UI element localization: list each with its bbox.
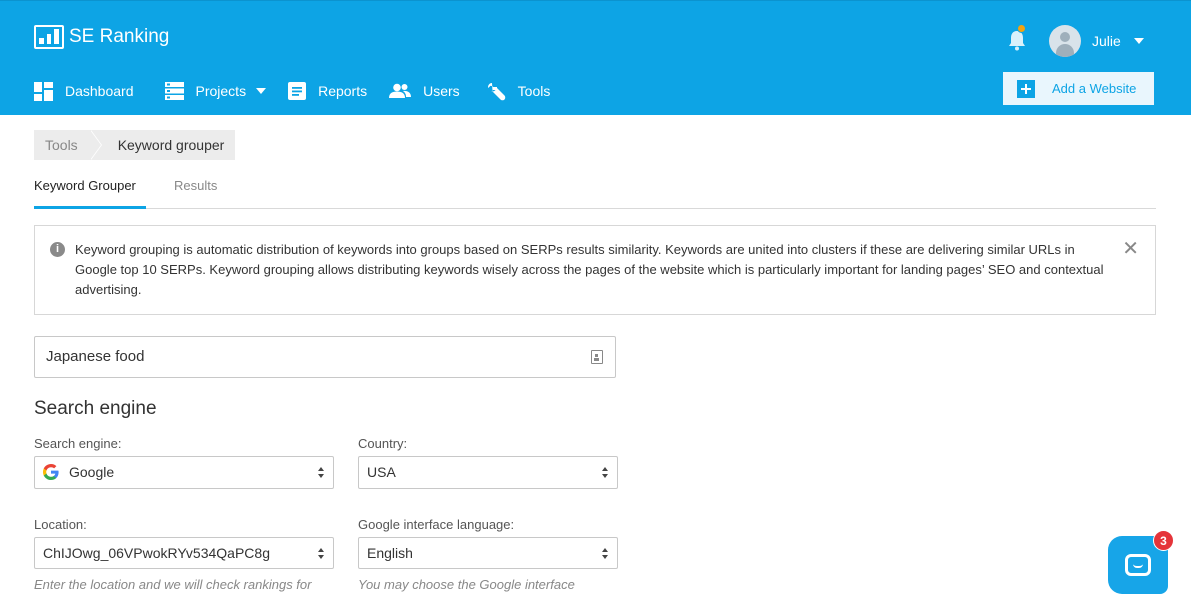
nav-dashboard-label: Dashboard <box>65 83 134 99</box>
tab-results[interactable]: Results <box>174 178 217 209</box>
select-arrows-icon <box>602 467 609 479</box>
country-value: USA <box>367 464 396 480</box>
language-select[interactable]: English <box>358 537 618 569</box>
search-engine-value: Google <box>69 464 115 480</box>
location-value: ChIJOwg_06VPwokRYv534QaPC8g <box>43 545 270 561</box>
search-engine-select[interactable]: Google <box>34 456 334 489</box>
chat-icon <box>1125 554 1151 576</box>
contact-card-icon <box>591 350 603 364</box>
language-value: English <box>367 545 413 561</box>
google-icon <box>43 463 59 480</box>
project-name-value: Japanese food <box>46 348 145 365</box>
language-hint: You may choose the Google interface <box>358 577 575 592</box>
info-text: Keyword grouping is automatic distributi… <box>75 242 1104 297</box>
location-hint: Enter the location and we will check ran… <box>34 577 312 592</box>
close-icon[interactable]: ✕ <box>1122 239 1139 259</box>
breadcrumb-tools[interactable]: Tools <box>34 130 90 160</box>
section-title: Search engine <box>34 398 157 419</box>
add-website-button[interactable]: Add a Website <box>1003 72 1154 105</box>
language-label: Google interface language: <box>358 517 515 532</box>
breadcrumb-separator-fill <box>90 130 101 160</box>
nav-projects-label: Projects <box>195 83 247 99</box>
chevron-down-icon <box>256 88 267 94</box>
brand-name: SE Ranking <box>69 26 170 47</box>
plus-icon <box>1017 79 1035 98</box>
users-icon <box>389 83 412 99</box>
project-name-input[interactable]: Japanese food <box>34 336 616 378</box>
country-label: Country: <box>358 436 408 451</box>
notification-bell-icon[interactable] <box>1006 29 1028 51</box>
chat-badge: 3 <box>1153 530 1174 551</box>
location-select[interactable]: ChIJOwg_06VPwokRYv534QaPC8g <box>34 537 334 569</box>
brand-logo[interactable]: SE Ranking <box>34 25 169 49</box>
info-banner: i Keyword grouping is automatic distribu… <box>34 225 1156 315</box>
projects-icon <box>164 82 184 100</box>
breadcrumb-current-label: Keyword grouper <box>117 137 225 153</box>
logo-icon <box>34 25 64 49</box>
nav-users[interactable]: Users <box>389 79 460 103</box>
nav-tools-label: Tools <box>517 83 551 99</box>
nav-users-label: Users <box>423 83 460 99</box>
user-name: Julie <box>1092 33 1121 49</box>
top-header: SE Ranking Julie Dashboard Projects Repo… <box>0 0 1191 115</box>
select-arrows-icon <box>318 467 325 479</box>
user-menu[interactable]: Julie <box>1049 25 1144 57</box>
add-website-label: Add a Website <box>1052 81 1137 96</box>
nav-tools[interactable]: Tools <box>487 79 551 103</box>
info-icon: i <box>50 242 65 257</box>
wrench-icon <box>487 82 506 101</box>
country-select[interactable]: USA <box>358 456 618 489</box>
breadcrumb-current: Keyword grouper <box>89 130 236 160</box>
select-arrows-icon <box>602 548 609 560</box>
breadcrumb-tools-label: Tools <box>45 137 78 153</box>
tab-keyword-grouper[interactable]: Keyword Grouper <box>34 178 146 209</box>
reports-icon <box>288 82 307 100</box>
search-engine-label: Search engine: <box>34 436 122 451</box>
location-label: Location: <box>34 517 87 532</box>
nav-reports[interactable]: Reports <box>288 79 367 103</box>
notification-dot <box>1017 24 1026 33</box>
nav-dashboard[interactable]: Dashboard <box>34 79 134 103</box>
dashboard-icon <box>34 81 53 101</box>
chevron-down-icon <box>1133 38 1144 44</box>
nav-projects[interactable]: Projects <box>164 79 267 103</box>
main-nav: Dashboard Projects Reports Users Tools <box>34 79 572 103</box>
tabs: Keyword Grouper Results <box>34 178 1156 209</box>
breadcrumb: Tools Keyword grouper <box>34 130 236 160</box>
select-arrows-icon <box>318 548 325 560</box>
nav-reports-label: Reports <box>318 83 368 99</box>
avatar <box>1049 25 1081 57</box>
